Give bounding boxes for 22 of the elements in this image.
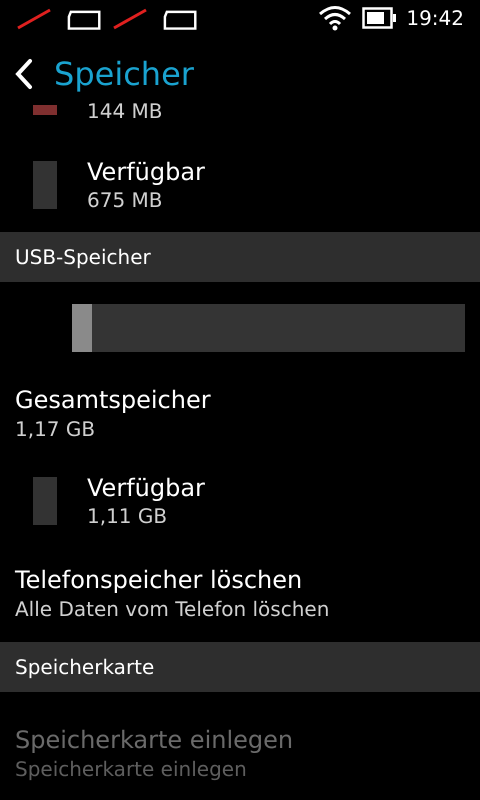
list-item[interactable]: Gesamtspeicher 1,17 GB bbox=[0, 380, 480, 446]
item-title: Telefonspeicher löschen bbox=[15, 565, 304, 596]
item-subtitle: 1,17 GB bbox=[15, 416, 96, 442]
no-sim-icon bbox=[112, 6, 198, 30]
legend-label: Verfügbar bbox=[87, 473, 205, 503]
legend-value: 144 MB bbox=[87, 101, 163, 121]
section-header: USB-Speicher bbox=[0, 232, 480, 282]
section-header: Speicherkarte bbox=[0, 642, 480, 692]
battery-icon bbox=[362, 7, 396, 29]
back-icon bbox=[14, 58, 34, 90]
item-title: Gesamtspeicher bbox=[15, 385, 212, 416]
wifi-icon bbox=[318, 5, 352, 31]
no-sim-icon bbox=[16, 6, 102, 30]
legend-value: 1,11 GB bbox=[87, 503, 168, 529]
legend-value: 675 MB bbox=[87, 187, 164, 213]
list-item[interactable]: Telefonspeicher löschen Alle Daten vom Telefon löschen bbox=[0, 560, 480, 626]
item-subtitle: Alle Daten vom Telefon löschen bbox=[15, 596, 330, 622]
item-subtitle: Speicherkarte einlegen bbox=[15, 756, 248, 782]
item-title: Speicherkarte einlegen bbox=[15, 725, 294, 756]
clock: 19:42 bbox=[406, 5, 464, 32]
page-title: Speicher bbox=[54, 54, 194, 95]
legend-label: Verfügbar bbox=[87, 157, 205, 187]
